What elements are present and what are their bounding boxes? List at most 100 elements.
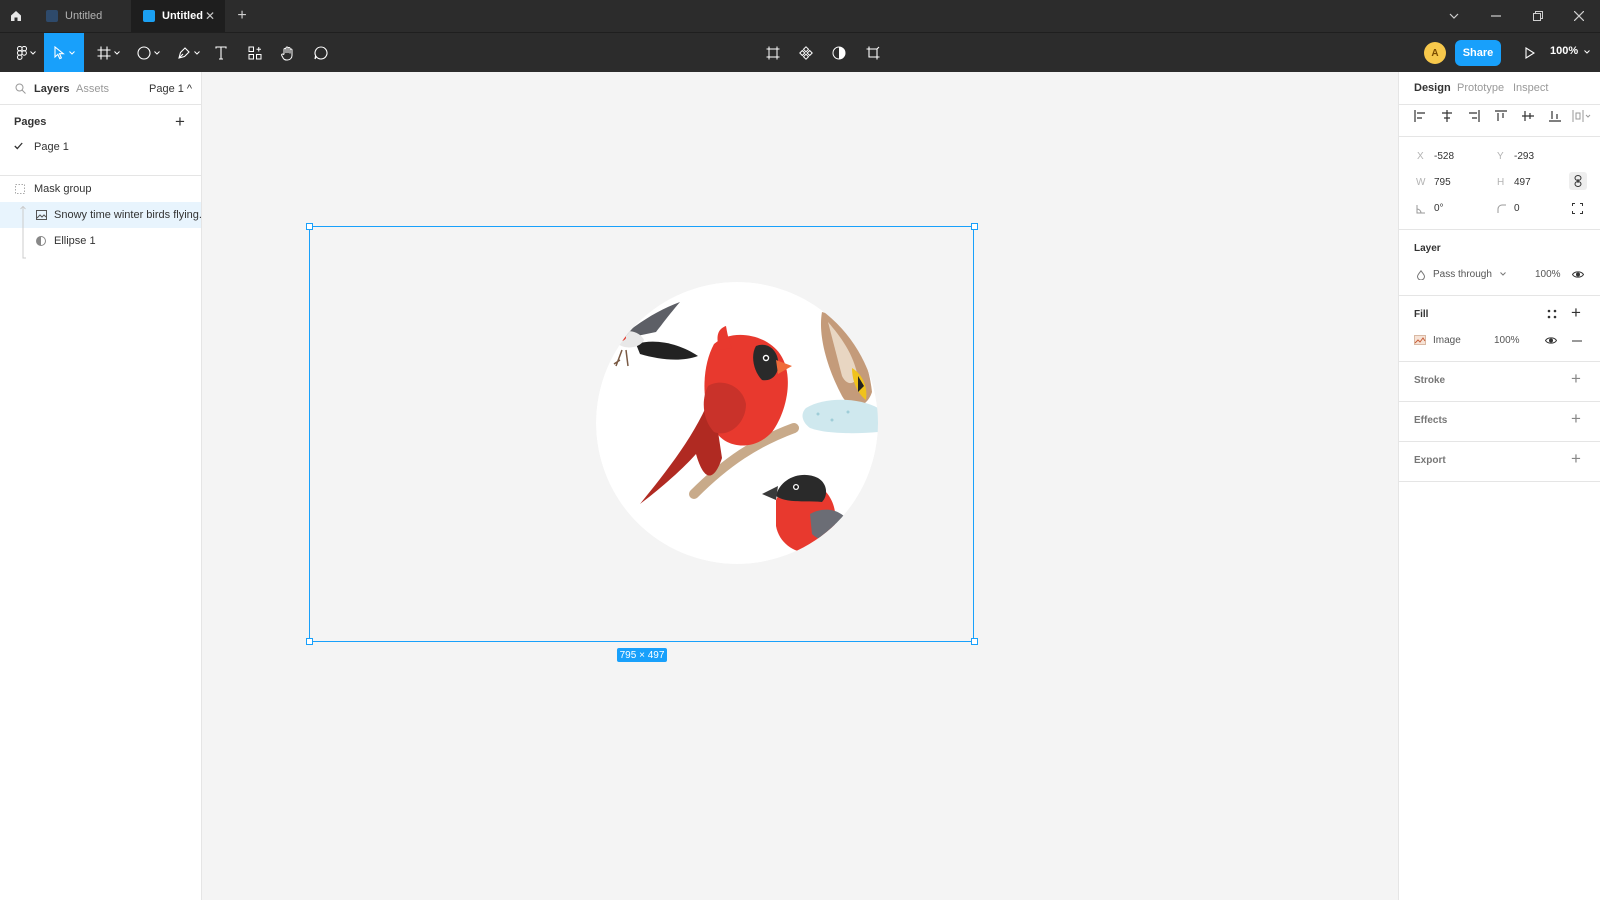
add-fill-button[interactable]: + xyxy=(1571,304,1581,321)
properties-panel: Design Prototype Inspect X -528 Y -293 W… xyxy=(1398,72,1600,900)
resize-handle-top-left[interactable] xyxy=(306,223,313,230)
figma-logo-icon xyxy=(16,46,27,60)
pages-heading: Pages xyxy=(14,116,47,128)
fill-type-label[interactable]: Image xyxy=(1433,335,1461,346)
file-tab-label: Untitled xyxy=(162,10,203,22)
add-export-button[interactable]: + xyxy=(1571,450,1581,467)
close-tab-icon[interactable]: ✕ xyxy=(205,9,215,23)
layer-row-image[interactable]: Snowy time winter birds flying... xyxy=(0,202,208,259)
text-tool-button[interactable] xyxy=(208,33,234,73)
divider xyxy=(1399,481,1600,482)
component-icon xyxy=(799,46,813,60)
blend-mode-dropdown[interactable]: Pass through xyxy=(1433,269,1492,280)
search-icon[interactable] xyxy=(15,83,26,94)
eye-icon[interactable] xyxy=(1572,270,1584,279)
align-top-icon[interactable] xyxy=(1495,110,1507,122)
plus-icon: + xyxy=(1571,409,1581,428)
winter-birds-image[interactable] xyxy=(596,282,878,564)
minimize-icon xyxy=(1491,15,1501,17)
rotation-field[interactable]: 0° xyxy=(1434,203,1444,214)
width-field[interactable]: 795 xyxy=(1434,177,1451,188)
figma-file-icon xyxy=(46,10,58,22)
resources-tool-button[interactable] xyxy=(242,33,268,73)
independent-corners-icon[interactable] xyxy=(1572,203,1583,214)
w-label: W xyxy=(1416,177,1426,188)
align-bottom-icon[interactable] xyxy=(1549,110,1561,122)
divider xyxy=(1399,441,1600,442)
page-item-page-1[interactable]: Page 1 xyxy=(0,135,201,159)
chevron-down-icon xyxy=(153,51,160,55)
minimize-button[interactable] xyxy=(1475,0,1517,32)
tab-layers[interactable]: Layers xyxy=(34,83,69,95)
remove-fill-icon[interactable] xyxy=(1572,340,1582,342)
align-horizontal-center-icon[interactable] xyxy=(1441,110,1453,122)
distribute-icon[interactable] xyxy=(1572,110,1592,122)
tab-prototype[interactable]: Prototype xyxy=(1457,82,1504,94)
align-right-icon[interactable] xyxy=(1468,110,1480,122)
create-component-button[interactable] xyxy=(760,33,786,73)
file-tab-2[interactable]: Untitled ✕ xyxy=(131,0,225,32)
constrain-proportions-button[interactable] xyxy=(1569,172,1587,190)
move-tool-button[interactable] xyxy=(44,33,84,73)
tab-inspect[interactable]: Inspect xyxy=(1513,82,1548,94)
mask-button[interactable] xyxy=(826,33,852,73)
layer-row-ellipse[interactable]: Ellipse 1 xyxy=(0,228,201,254)
y-label: Y xyxy=(1497,151,1504,162)
comment-tool-button[interactable] xyxy=(308,33,334,73)
chevron-down-icon xyxy=(68,51,75,55)
crop-icon xyxy=(866,46,880,60)
title-bar: Untitled Untitled ✕ + xyxy=(0,0,1600,32)
divider xyxy=(1399,295,1600,296)
image-fill-swatch-icon[interactable] xyxy=(1414,335,1426,345)
user-avatar[interactable]: A xyxy=(1424,42,1446,64)
divider xyxy=(1399,401,1600,402)
layer-row-mask-group[interactable]: Mask group xyxy=(0,176,201,202)
corner-radius-field[interactable]: 0 xyxy=(1514,203,1520,214)
divider xyxy=(1399,136,1600,137)
eye-icon[interactable] xyxy=(1545,336,1557,345)
shape-tool-button[interactable] xyxy=(128,33,168,73)
main-menu-button[interactable] xyxy=(6,33,46,73)
resize-handle-top-right[interactable] xyxy=(971,223,978,230)
figma-file-icon xyxy=(143,10,155,22)
height-field[interactable]: 497 xyxy=(1514,177,1531,188)
component-button[interactable] xyxy=(793,33,819,73)
tabs-dropdown-button[interactable] xyxy=(1433,0,1475,32)
ellipse-icon xyxy=(136,46,151,60)
add-page-button[interactable]: + xyxy=(175,113,185,130)
frame-tool-button[interactable] xyxy=(88,33,128,73)
styles-icon[interactable] xyxy=(1547,309,1557,319)
layer-opacity-field[interactable]: 100% xyxy=(1535,269,1561,280)
page-selector[interactable]: Page 1 ^ xyxy=(149,83,192,95)
cursor-icon xyxy=(53,46,65,60)
mask-group-icon xyxy=(15,184,25,194)
new-tab-button[interactable]: + xyxy=(231,0,253,32)
effects-section-title: Effects xyxy=(1414,415,1448,426)
stroke-section-title: Stroke xyxy=(1414,375,1446,386)
home-button[interactable] xyxy=(0,0,32,32)
image-icon xyxy=(36,210,47,220)
add-stroke-button[interactable]: + xyxy=(1571,370,1581,387)
tab-design[interactable]: Design xyxy=(1414,82,1451,94)
hand-tool-button[interactable] xyxy=(275,33,301,73)
tab-assets[interactable]: Assets xyxy=(76,83,109,95)
rotation-icon xyxy=(1416,205,1425,214)
close-window-button[interactable] xyxy=(1558,0,1600,32)
share-button[interactable]: Share xyxy=(1455,40,1501,66)
align-vertical-center-icon[interactable] xyxy=(1522,110,1534,122)
y-field[interactable]: -293 xyxy=(1514,151,1534,162)
x-field[interactable]: -528 xyxy=(1434,151,1454,162)
crop-button[interactable] xyxy=(860,33,886,73)
resize-handle-bottom-right[interactable] xyxy=(971,638,978,645)
file-tab-1[interactable]: Untitled xyxy=(34,0,129,32)
resize-handle-bottom-left[interactable] xyxy=(306,638,313,645)
add-effect-button[interactable]: + xyxy=(1571,409,1581,428)
restore-button[interactable] xyxy=(1517,0,1559,32)
align-left-icon[interactable] xyxy=(1414,110,1426,122)
pen-tool-button[interactable] xyxy=(168,33,208,73)
contrast-icon xyxy=(832,46,846,60)
zoom-dropdown[interactable]: 100% xyxy=(1550,45,1591,57)
fill-section-title: Fill xyxy=(1414,309,1429,320)
present-button[interactable] xyxy=(1517,33,1543,73)
fill-opacity-field[interactable]: 100% xyxy=(1494,335,1520,346)
